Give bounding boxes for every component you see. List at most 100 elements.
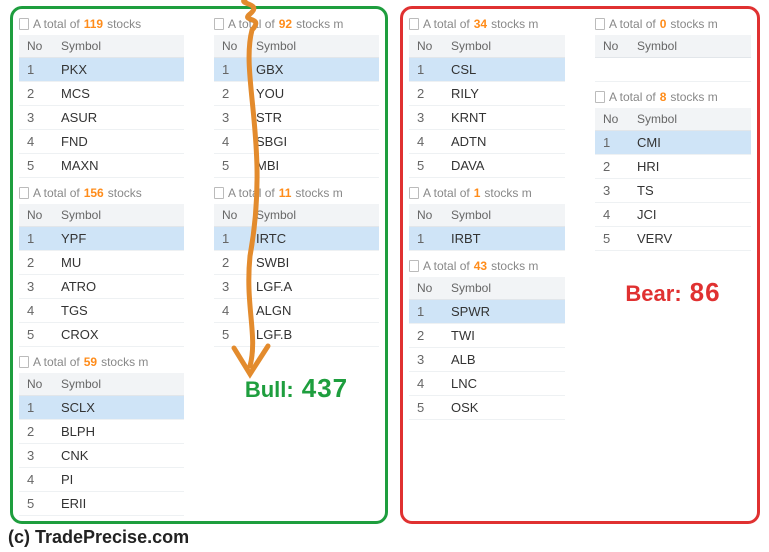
column-header[interactable]: No <box>19 373 53 396</box>
column-header[interactable]: No <box>595 35 629 58</box>
row-symbol: TWI <box>443 324 565 348</box>
table-row[interactable]: 4JCI <box>595 203 751 227</box>
table-row[interactable]: 2YOU <box>214 82 379 106</box>
table-row[interactable]: 1SPWR <box>409 300 565 324</box>
table-row[interactable]: 1CSL <box>409 58 565 82</box>
table-row[interactable]: 2HRI <box>595 155 751 179</box>
table-row[interactable]: 2MCS <box>19 82 184 106</box>
table-row[interactable]: 3KRNT <box>409 106 565 130</box>
table-total-label: A total of11stocks m <box>214 184 379 204</box>
row-no: 3 <box>409 348 443 372</box>
stock-count: 59 <box>84 355 97 369</box>
table-row[interactable]: 4PI <box>19 468 184 492</box>
column-header[interactable]: Symbol <box>443 35 565 58</box>
column-header[interactable]: Symbol <box>443 277 565 300</box>
stock-count: 1 <box>474 186 481 200</box>
table-row[interactable]: 3STR <box>214 106 379 130</box>
column-header[interactable]: Symbol <box>629 108 751 131</box>
column-header[interactable]: Symbol <box>443 204 565 227</box>
table-row[interactable]: 1GBX <box>214 58 379 82</box>
row-no: 5 <box>19 492 53 516</box>
column-header[interactable]: Symbol <box>248 204 379 227</box>
column-header[interactable]: No <box>409 277 443 300</box>
column-header[interactable]: No <box>409 204 443 227</box>
row-no: 2 <box>409 324 443 348</box>
table-row[interactable]: 2MU <box>19 251 184 275</box>
table-row <box>595 58 751 82</box>
table-row[interactable]: 3ATRO <box>19 275 184 299</box>
table-row[interactable]: 3CNK <box>19 444 184 468</box>
row-no: 2 <box>19 251 53 275</box>
row-symbol: PI <box>53 468 184 492</box>
column-header[interactable]: Symbol <box>629 35 751 58</box>
table-row[interactable]: 4FND <box>19 130 184 154</box>
table-row[interactable]: 5VERV <box>595 227 751 251</box>
column-header[interactable]: Symbol <box>53 35 184 58</box>
row-no: 2 <box>214 251 248 275</box>
row-no: 3 <box>214 275 248 299</box>
row-no: 4 <box>409 372 443 396</box>
column-header[interactable]: Symbol <box>53 373 184 396</box>
table-row[interactable]: 5CROX <box>19 323 184 347</box>
row-symbol: MCS <box>53 82 184 106</box>
table-row[interactable]: 3TS <box>595 179 751 203</box>
table-row[interactable]: 4LNC <box>409 372 565 396</box>
table-row[interactable]: 5DAVA <box>409 154 565 178</box>
row-no: 3 <box>214 106 248 130</box>
table-row[interactable]: 2RILY <box>409 82 565 106</box>
table-row[interactable]: 3LGF.A <box>214 275 379 299</box>
table-row[interactable]: 5MAXN <box>19 154 184 178</box>
bull-table: A total of11stocks mNoSymbol1IRTC2SWBI3L… <box>214 184 379 347</box>
column-header[interactable]: No <box>19 35 53 58</box>
table-row[interactable]: 4ADTN <box>409 130 565 154</box>
row-symbol: OSK <box>443 396 565 420</box>
column-header[interactable]: Symbol <box>53 204 184 227</box>
row-symbol: YOU <box>248 82 379 106</box>
document-icon <box>409 187 419 199</box>
column-header[interactable]: No <box>19 204 53 227</box>
table-row[interactable]: 5OSK <box>409 396 565 420</box>
document-icon <box>19 187 29 199</box>
row-symbol: SPWR <box>443 300 565 324</box>
table-row[interactable]: 5ERII <box>19 492 184 516</box>
table-row[interactable]: 2TWI <box>409 324 565 348</box>
row-symbol: TGS <box>53 299 184 323</box>
table-row[interactable]: 4ALGN <box>214 299 379 323</box>
column-header[interactable]: No <box>409 35 443 58</box>
document-icon <box>19 356 29 368</box>
table-row[interactable]: 3ALB <box>409 348 565 372</box>
stock-table: NoSymbol1SPWR2TWI3ALB4LNC5OSK <box>409 277 565 420</box>
table-row[interactable]: 3ASUR <box>19 106 184 130</box>
row-no: 5 <box>19 154 53 178</box>
column-header[interactable]: No <box>214 204 248 227</box>
bull-table: A total of119stocksNoSymbol1PKX2MCS3ASUR… <box>19 15 184 178</box>
table-total-label: A total of119stocks <box>19 15 184 35</box>
row-no: 1 <box>409 300 443 324</box>
table-row[interactable]: 5LGF.B <box>214 323 379 347</box>
table-row[interactable]: 1CMI <box>595 131 751 155</box>
row-symbol: ASUR <box>53 106 184 130</box>
column-header[interactable]: No <box>214 35 248 58</box>
column-header[interactable]: No <box>595 108 629 131</box>
stock-count: 11 <box>279 186 292 200</box>
table-total-label: A total of43stocks m <box>409 257 565 277</box>
row-no: 1 <box>214 58 248 82</box>
table-row[interactable]: 4SBGI <box>214 130 379 154</box>
table-row[interactable]: 1IRBT <box>409 227 565 251</box>
column-header[interactable]: Symbol <box>248 35 379 58</box>
table-row[interactable]: 1YPF <box>19 227 184 251</box>
table-row[interactable]: 2BLPH <box>19 420 184 444</box>
row-no: 4 <box>19 468 53 492</box>
table-row[interactable]: 1IRTC <box>214 227 379 251</box>
row-no: 5 <box>19 323 53 347</box>
table-row[interactable]: 1SCLX <box>19 396 184 420</box>
document-icon <box>214 187 224 199</box>
table-row[interactable]: 5MBI <box>214 154 379 178</box>
document-icon <box>409 260 419 272</box>
row-symbol: ADTN <box>443 130 565 154</box>
row-no: 1 <box>19 396 53 420</box>
table-row[interactable]: 1PKX <box>19 58 184 82</box>
bear-table: A total of43stocks mNoSymbol1SPWR2TWI3AL… <box>409 257 565 420</box>
table-row[interactable]: 4TGS <box>19 299 184 323</box>
table-row[interactable]: 2SWBI <box>214 251 379 275</box>
